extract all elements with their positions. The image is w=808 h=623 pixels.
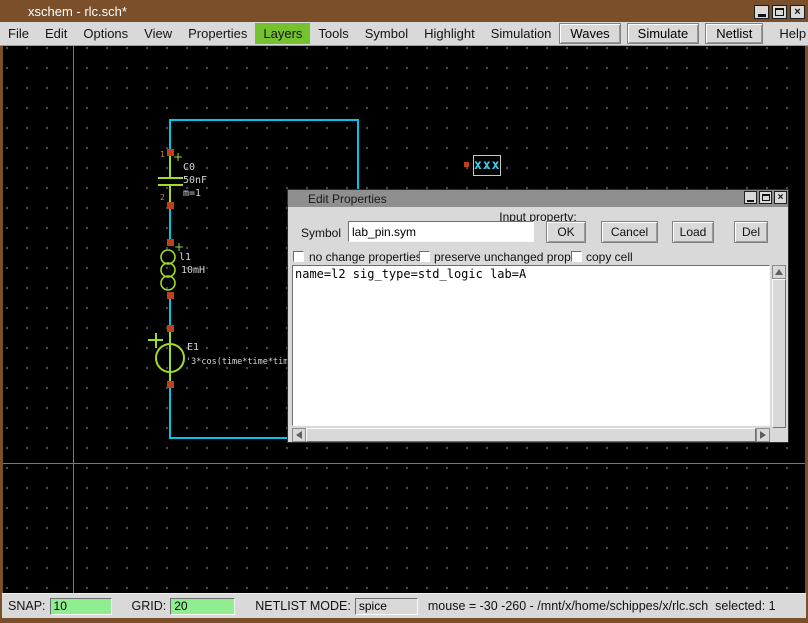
edit-properties-dialog: Edit Properties × Input property: Symbol… xyxy=(287,189,789,443)
scroll-left-icon[interactable] xyxy=(292,428,306,442)
capacitor-pin-bottom xyxy=(167,202,174,209)
symbol-input[interactable] xyxy=(348,221,534,242)
preserve-unchanged-props-label: preserve unchanged props xyxy=(434,250,577,264)
dialog-title: Edit Properties xyxy=(308,192,387,206)
inductor-pin-top xyxy=(167,239,174,246)
cancel-button[interactable]: Cancel xyxy=(601,221,658,243)
capacitor-multiplier-label: m=1 xyxy=(183,189,201,199)
window-titlebar[interactable]: xschem - rlc.sch* × xyxy=(0,0,808,22)
grid-axis-horizontal xyxy=(3,463,805,464)
menu-file[interactable]: File xyxy=(0,23,37,44)
statusbar: SNAP: GRID: NETLIST MODE: mouse = -30 -2… xyxy=(2,593,806,618)
net-label-pin xyxy=(464,162,469,167)
menu-simulation[interactable]: Simulation xyxy=(483,23,560,44)
source-circle xyxy=(155,343,185,373)
menu-layers[interactable]: Layers xyxy=(255,23,310,44)
netlist-mode-label: NETLIST MODE: xyxy=(255,599,351,613)
horizontal-scrollbar[interactable] xyxy=(292,428,770,442)
capacitor-pin2-number: 2 xyxy=(160,194,165,202)
grid-axis-vertical xyxy=(73,46,74,593)
source-name-label: E1 xyxy=(187,343,199,353)
copy-cell-label: copy cell xyxy=(586,250,633,264)
menu-symbol[interactable]: Symbol xyxy=(357,23,416,44)
close-icon[interactable]: × xyxy=(790,5,805,19)
source-pin-bottom xyxy=(167,381,174,388)
capacitor-name-label: C0 xyxy=(183,163,195,173)
scroll-right-icon[interactable] xyxy=(756,428,770,442)
vertical-scrollbar[interactable] xyxy=(772,265,786,442)
load-button[interactable]: Load xyxy=(672,221,714,243)
grid-label: GRID: xyxy=(132,599,167,613)
window-title: xschem - rlc.sch* xyxy=(28,4,127,19)
window-controls: × xyxy=(754,5,805,19)
properties-textarea[interactable]: name=l2 sig_type=std_logic lab=A xyxy=(292,265,770,426)
menu-edit[interactable]: Edit xyxy=(37,23,75,44)
wire-left-3[interactable] xyxy=(169,298,171,327)
menubar: File Edit Options View Properties Layers… xyxy=(0,22,808,46)
dialog-controls: × xyxy=(744,191,787,204)
ok-button[interactable]: OK xyxy=(546,221,586,243)
netlist-mode-input[interactable] xyxy=(355,598,418,615)
capacitor-plate-top xyxy=(158,177,183,179)
status-info: mouse = -30 -260 - /mnt/x/home/schippes/… xyxy=(428,599,776,613)
grid-input[interactable] xyxy=(170,598,235,615)
minimize-icon[interactable] xyxy=(754,5,769,19)
netlist-button[interactable]: Netlist xyxy=(705,23,763,44)
dialog-minimize-icon[interactable] xyxy=(744,191,757,204)
resize-grip[interactable] xyxy=(772,428,786,442)
menu-properties[interactable]: Properties xyxy=(180,23,255,44)
source-value-label: '3*cos(time*time*time' xyxy=(186,357,299,367)
waves-button[interactable]: Waves xyxy=(559,23,620,44)
menu-view[interactable]: View xyxy=(136,23,180,44)
no-change-properties-checkbox[interactable] xyxy=(293,251,304,262)
dialog-titlebar[interactable]: Edit Properties × xyxy=(288,190,788,207)
menu-options[interactable]: Options xyxy=(75,23,136,44)
vertical-scroll-thumb[interactable] xyxy=(772,279,786,428)
wire-left-2[interactable] xyxy=(169,206,171,242)
horizontal-scroll-thumb[interactable] xyxy=(306,428,756,442)
capacitor-lead-bottom xyxy=(169,186,171,202)
dialog-close-icon[interactable]: × xyxy=(774,191,787,204)
snap-label: SNAP: xyxy=(8,599,46,613)
inductor-name-label: l1 xyxy=(179,253,191,263)
source-pin-top xyxy=(167,325,174,332)
capacitor-pin1-number: 1 xyxy=(160,151,165,159)
preserve-unchanged-props-checkbox[interactable] xyxy=(419,251,430,262)
scroll-up-icon[interactable] xyxy=(772,265,786,279)
wire-top[interactable] xyxy=(169,119,359,121)
symbol-label: Symbol xyxy=(301,226,341,240)
capacitor-lead-top xyxy=(169,156,171,177)
maximize-icon[interactable] xyxy=(772,5,787,19)
menu-help[interactable]: Help xyxy=(769,23,808,44)
inductor-pin-bottom xyxy=(167,292,174,299)
capacitor-value-label: 50nF xyxy=(183,176,207,186)
menu-highlight[interactable]: Highlight xyxy=(416,23,483,44)
simulate-button[interactable]: Simulate xyxy=(627,23,700,44)
wire-left-4[interactable] xyxy=(169,386,171,439)
inductor-value-label: 10mH xyxy=(181,266,205,276)
dialog-maximize-icon[interactable] xyxy=(759,191,772,204)
no-change-properties-label: no change properties xyxy=(309,250,422,264)
capacitor-plus-sign: + xyxy=(173,153,183,162)
net-label-xxx[interactable]: xxx xyxy=(473,155,501,176)
copy-cell-checkbox[interactable] xyxy=(571,251,582,262)
inductor-coil xyxy=(155,249,181,293)
xschem-window: xschem - rlc.sch* × File Edit Options Vi… xyxy=(0,0,808,623)
menu-tools[interactable]: Tools xyxy=(310,23,356,44)
del-button[interactable]: Del xyxy=(734,221,768,243)
snap-input[interactable] xyxy=(50,598,112,615)
wire-left-1[interactable] xyxy=(169,119,171,153)
